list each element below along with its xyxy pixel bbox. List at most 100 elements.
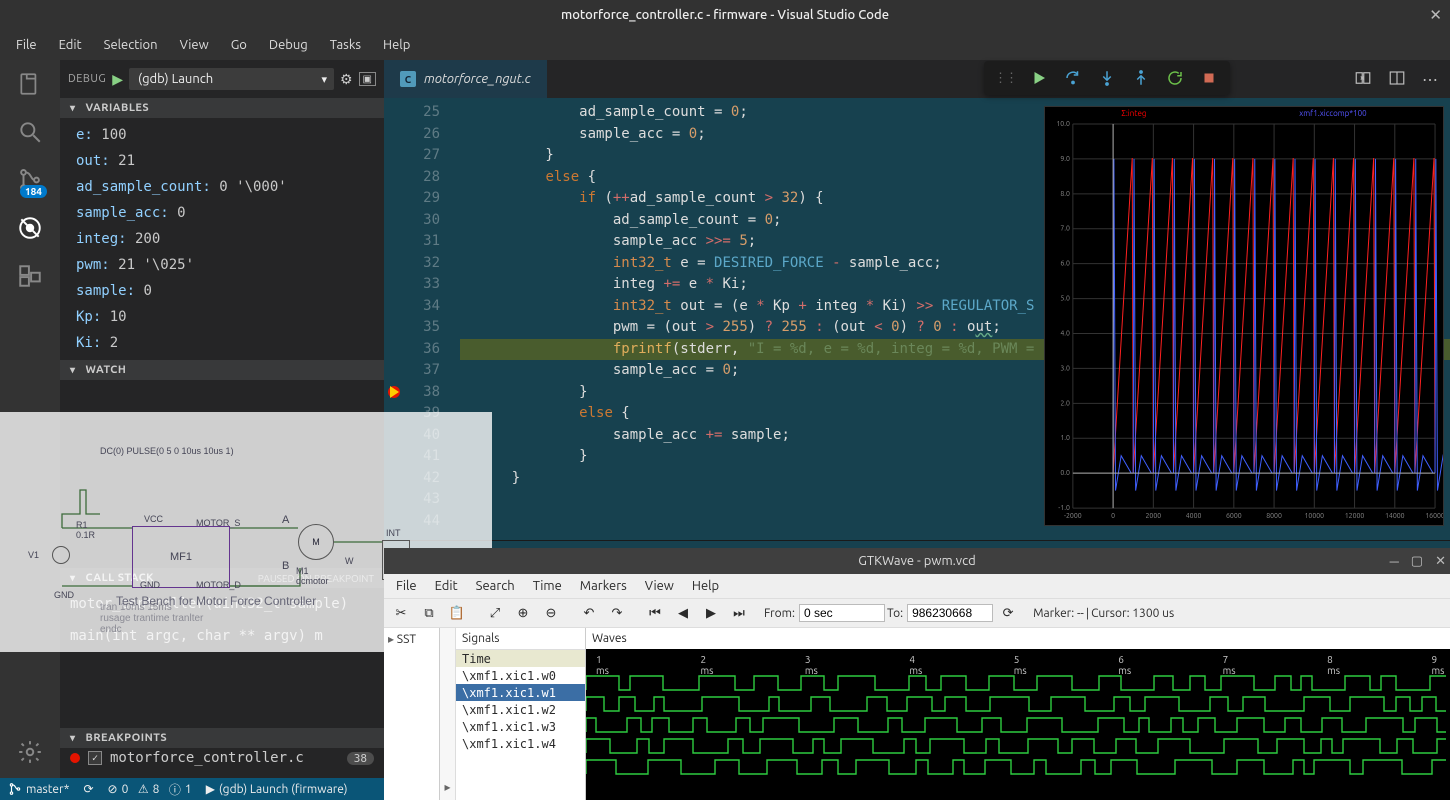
svg-text:4.0: 4.0 [1060, 330, 1070, 337]
status-debug-target[interactable]: ▶ (gdb) Launch (firmware) [206, 782, 348, 796]
gtk-marker-label: Marker: -- [1033, 607, 1084, 620]
gtk-cursor-label: Cursor: 1300 us [1091, 607, 1174, 620]
gtk-signal-row[interactable]: \xmf1.xic1.w0 [456, 667, 585, 684]
search-icon[interactable] [16, 118, 44, 146]
variable-row[interactable]: Kp: 10 [76, 304, 384, 330]
gtk-signal-row[interactable]: \xmf1.xic1.w2 [456, 701, 585, 718]
gtk-menu-time[interactable]: Time [525, 577, 570, 595]
svg-text:0.0: 0.0 [1060, 470, 1070, 477]
variable-row[interactable]: e: 100 [76, 122, 384, 148]
gtk-menu-file[interactable]: File [388, 577, 425, 595]
gtk-zoom-in-icon[interactable]: ⊕ [510, 601, 536, 625]
variable-row[interactable]: ad_sample_count: 0 '\000' [76, 174, 384, 200]
breakpoints-body: ✓motorforce_controller.c38 [60, 748, 384, 778]
gtk-cut-icon[interactable]: ✂ [388, 601, 414, 625]
gtk-signal-row[interactable]: \xmf1.xic1.w1 [456, 684, 585, 701]
gtk-to-input[interactable] [907, 604, 993, 622]
menu-file[interactable]: File [6, 34, 47, 56]
gtkwave-window[interactable]: GTKWave - pwm.vcd ─ ▢ ✕ File Edit Search… [384, 548, 1450, 800]
gtk-sst-resize[interactable]: ▸ [440, 628, 456, 800]
menu-edit[interactable]: Edit [49, 34, 92, 56]
continue-button[interactable] [1024, 64, 1054, 92]
menu-view[interactable]: View [170, 34, 219, 56]
gtk-copy-icon[interactable]: ⧉ [416, 601, 442, 625]
gtkwave-title: GTKWave - pwm.vcd [858, 554, 975, 568]
step-out-button[interactable] [1126, 64, 1156, 92]
drag-grip-icon[interactable]: ⋮⋮ [990, 71, 1020, 86]
status-sync[interactable]: ⟳ [83, 782, 93, 796]
menu-debug[interactable]: Debug [259, 34, 318, 56]
gtk-min-icon[interactable]: ─ [1390, 554, 1399, 569]
variables-header[interactable]: VARIABLES [60, 98, 384, 118]
variable-row[interactable]: sample_acc: 0 [76, 200, 384, 226]
gtk-paste-icon[interactable]: 📋 [444, 601, 470, 625]
gtk-signal-time[interactable]: Time [456, 650, 585, 667]
gtk-menu-help[interactable]: Help [684, 577, 727, 595]
gtk-close-icon[interactable]: ✕ [1435, 554, 1446, 569]
explorer-icon[interactable] [16, 70, 44, 98]
debug-settings-icon[interactable]: ⚙ [340, 71, 353, 88]
stop-button[interactable] [1194, 64, 1224, 92]
extensions-icon[interactable] [16, 262, 44, 290]
menu-help[interactable]: Help [373, 34, 420, 56]
gtk-time-ruler: 1 ms2 ms3 ms4 ms5 ms6 ms7 ms8 ms9 ms [586, 654, 1450, 670]
debug-icon[interactable] [16, 214, 44, 242]
breakpoint-dot-icon [70, 753, 80, 763]
gtk-menu-search[interactable]: Search [468, 577, 523, 595]
watch-header[interactable]: WATCH [60, 360, 384, 380]
gtk-signal-row[interactable]: \xmf1.xic1.w3 [456, 718, 585, 735]
svg-text:14000: 14000 [1385, 513, 1405, 520]
gtk-prev-icon[interactable]: ◀ [670, 601, 696, 625]
variable-row[interactable]: out: 21 [76, 148, 384, 174]
gtk-max-icon[interactable]: ▢ [1411, 554, 1423, 569]
gtk-waves-panel[interactable]: Waves 1 ms2 ms3 ms4 ms5 ms6 ms7 ms8 ms9 … [586, 628, 1450, 800]
status-branch[interactable]: master* [8, 782, 69, 796]
breakpoints-header[interactable]: BREAKPOINTS [60, 728, 384, 748]
menu-go[interactable]: Go [221, 34, 257, 56]
step-over-button[interactable] [1058, 64, 1088, 92]
debug-console-icon[interactable]: ▣ [359, 72, 376, 86]
gtk-menu-view[interactable]: View [637, 577, 682, 595]
breakpoint-row[interactable]: ✓motorforce_controller.c38 [60, 748, 384, 768]
step-into-button[interactable] [1092, 64, 1122, 92]
gtk-from-input[interactable] [799, 604, 885, 622]
gtk-reload-icon[interactable]: ⟳ [995, 601, 1021, 625]
gtk-menu-markers[interactable]: Markers [572, 577, 635, 595]
split-editor-icon[interactable] [1388, 69, 1406, 90]
svg-text:1.0: 1.0 [1060, 435, 1070, 442]
tab-motorforce-ngut[interactable]: C motorforce_ngut.c [384, 60, 547, 98]
gtk-next-icon[interactable]: ▶ [698, 601, 724, 625]
settings-gear-icon[interactable] [16, 738, 44, 766]
gtk-menu-edit[interactable]: Edit [427, 577, 466, 595]
variable-row[interactable]: integ: 200 [76, 226, 384, 252]
debug-start-button[interactable]: ▶ [112, 71, 123, 88]
variable-row[interactable]: pwm: 21 '\025' [76, 252, 384, 278]
schematic-mf1-block: MF1 [132, 526, 230, 588]
status-errors[interactable]: ⊘ 0 ⚠ 8 ⓘ 1 [108, 781, 192, 798]
svg-text:7.0: 7.0 [1060, 226, 1070, 233]
gtk-sst-panel[interactable]: SST [384, 628, 440, 800]
more-icon[interactable]: ⋯ [1422, 70, 1438, 89]
gtk-signals-panel[interactable]: Signals Time \xmf1.xic1.w0\xmf1.xic1.w1\… [456, 628, 586, 800]
variable-row[interactable]: sample: 0 [76, 278, 384, 304]
gtk-redo-icon[interactable]: ↷ [604, 601, 630, 625]
svg-text:0: 0 [1111, 513, 1115, 520]
menu-tasks[interactable]: Tasks [320, 34, 371, 56]
gtk-signal-row[interactable]: \xmf1.xic1.w4 [456, 735, 585, 752]
debug-config-select[interactable]: (gdb) Launch ▾ [129, 68, 334, 90]
breakpoint-checkbox[interactable]: ✓ [88, 751, 102, 765]
window-close-button[interactable]: ✕ [1429, 6, 1442, 24]
restart-button[interactable] [1160, 64, 1190, 92]
gtk-undo-icon[interactable]: ↶ [576, 601, 602, 625]
variable-row[interactable]: Ki: 2 [76, 330, 384, 356]
gtk-first-icon[interactable]: ⏮ [642, 601, 668, 625]
svg-text:2.0: 2.0 [1060, 400, 1070, 407]
gtk-zoom-fit-icon[interactable]: ⤢ [482, 601, 508, 625]
scm-icon[interactable]: 184 [16, 166, 44, 194]
gtk-last-icon[interactable]: ⏭ [726, 601, 752, 625]
svg-text:-2000: -2000 [1064, 513, 1082, 520]
gtk-zoom-out-icon[interactable]: ⊖ [538, 601, 564, 625]
debug-toolbar[interactable]: ⋮⋮ [984, 61, 1230, 95]
compare-icon[interactable] [1354, 69, 1372, 90]
menu-selection[interactable]: Selection [94, 34, 168, 56]
